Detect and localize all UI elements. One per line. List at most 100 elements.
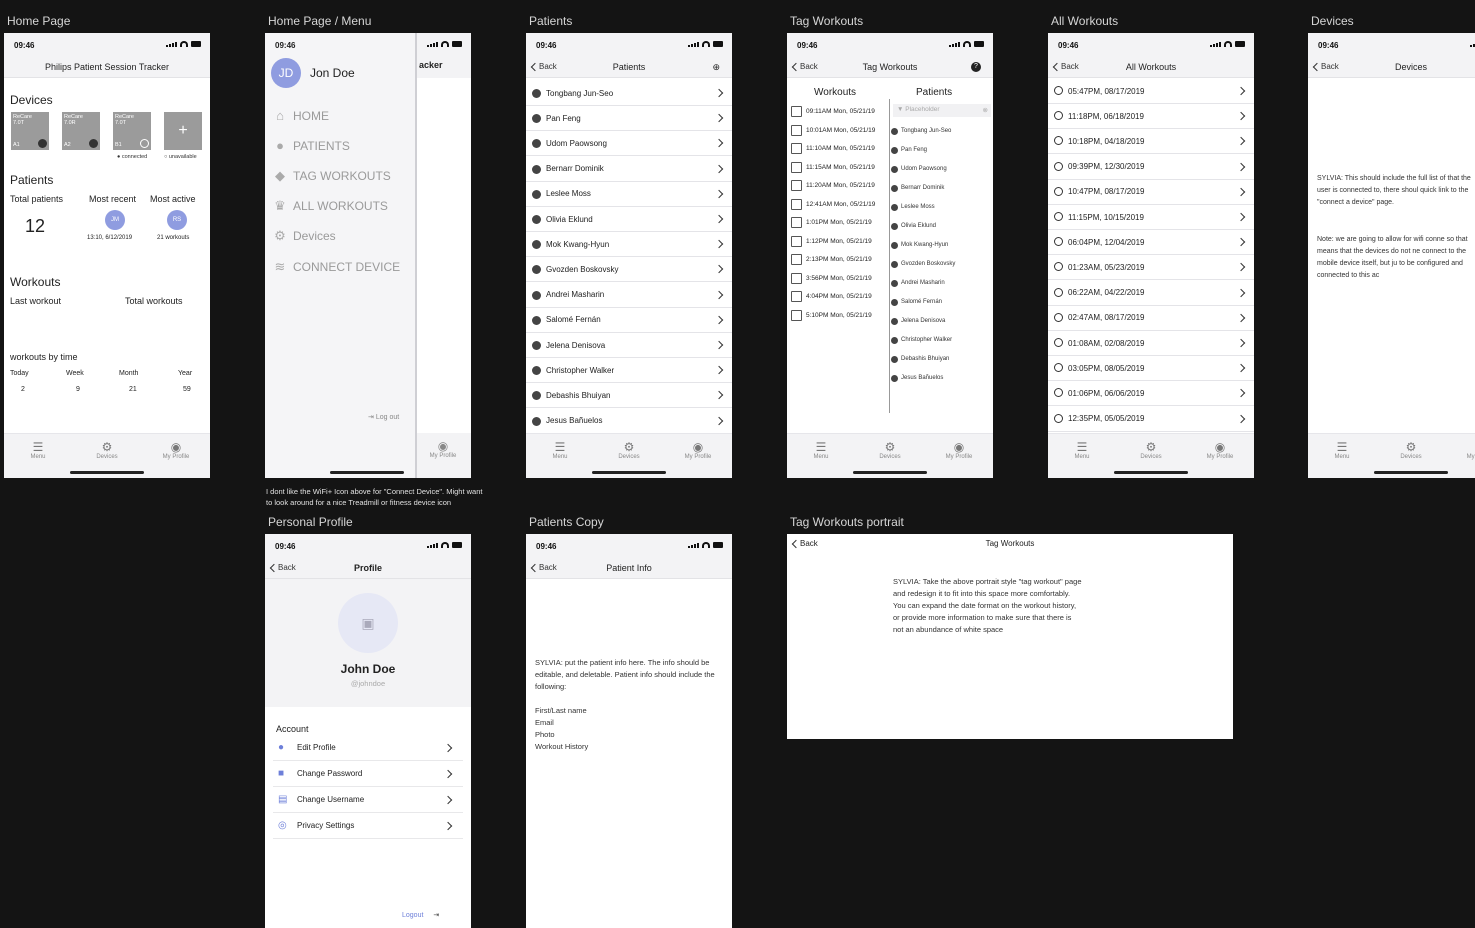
workout-checkbox[interactable] bbox=[791, 143, 802, 154]
workout-row[interactable]: 10:18PM, 04/18/2019 bbox=[1048, 129, 1254, 155]
patient-row[interactable]: Debashis Bhuiyan bbox=[526, 383, 732, 409]
patient-row[interactable]: Olivia Eklund bbox=[526, 207, 732, 232]
tag-patient-item[interactable]: Jelena Denisova bbox=[891, 318, 945, 325]
back-button[interactable]: Back bbox=[530, 62, 557, 71]
menu-item-all-workouts[interactable]: ♛ ALL WORKOUTS bbox=[273, 198, 388, 214]
privacy-settings-row[interactable]: ◎ Privacy Settings bbox=[273, 813, 463, 839]
back-button[interactable]: Back bbox=[1052, 62, 1079, 71]
patient-row[interactable]: Bernarr Dominik bbox=[526, 157, 732, 182]
help-icon[interactable]: ? bbox=[971, 62, 981, 72]
workout-check-row[interactable]: 4:04PM Mon, 05/21/19 bbox=[791, 291, 872, 302]
tab-devices[interactable]: ⚙ Devices bbox=[860, 440, 920, 460]
workout-row[interactable]: 10:47PM, 08/17/2019 bbox=[1048, 180, 1254, 205]
workout-checkbox[interactable] bbox=[791, 235, 802, 247]
menu-item-home[interactable]: ⌂ HOME bbox=[273, 108, 329, 123]
workout-check-row[interactable]: 12:41AM Mon, 05/21/19 bbox=[791, 198, 875, 210]
tab-menu[interactable]: ☰ Menu bbox=[1312, 440, 1372, 460]
device-tile-3[interactable]: ReCare 7.0T B1 bbox=[113, 112, 151, 150]
logout-button[interactable]: Logout ⇥ bbox=[402, 911, 439, 919]
menu-item-connect-device[interactable]: ≋ CONNECT DEVICE bbox=[273, 259, 401, 275]
workout-checkbox[interactable] bbox=[791, 198, 802, 210]
tab-devices[interactable]: ⚙ Devices bbox=[599, 440, 659, 460]
tab-my-profile[interactable]: ◉My Profile bbox=[668, 440, 728, 460]
workout-check-row[interactable]: 1:01PM Mon, 05/21/19 bbox=[791, 217, 872, 228]
change-password-row[interactable]: ■ Change Password bbox=[273, 761, 463, 787]
tag-patient-item[interactable]: Christopher Walker bbox=[891, 337, 952, 344]
workout-check-row[interactable]: 1:12PM Mon, 05/21/19 bbox=[791, 235, 872, 247]
workout-check-row[interactable]: 10:01AM Mon, 05/21/19 bbox=[791, 124, 875, 136]
tag-patient-item[interactable]: Mok Kwang-Hyun bbox=[891, 242, 948, 249]
patient-row[interactable]: Mok Kwang-Hyun bbox=[526, 232, 732, 258]
menu-item-patients[interactable]: ● PATIENTS bbox=[273, 138, 350, 153]
workout-row[interactable]: 01:23AM, 05/23/2019 bbox=[1048, 255, 1254, 281]
tag-patient-item[interactable]: Olivia Eklund bbox=[891, 223, 936, 230]
workout-checkbox[interactable] bbox=[791, 309, 802, 321]
back-button[interactable]: Back bbox=[1312, 62, 1339, 71]
workout-row[interactable]: 12:35PM, 05/05/2019 bbox=[1048, 407, 1254, 432]
tab-devices[interactable]: ⚙ Devices bbox=[77, 440, 137, 460]
tag-patient-item[interactable]: Bernarr Dominik bbox=[891, 185, 944, 192]
workout-row[interactable]: 11:15PM, 10/15/2019 bbox=[1048, 205, 1254, 230]
patient-row[interactable]: Tongbang Jun-Seo bbox=[526, 81, 732, 106]
workout-row[interactable]: 01:06PM, 06/06/2019 bbox=[1048, 381, 1254, 407]
workout-check-row[interactable]: 11:20AM Mon, 05/21/19 bbox=[791, 180, 875, 191]
edit-profile-row[interactable]: ● Edit Profile bbox=[273, 735, 463, 761]
workout-checkbox[interactable] bbox=[791, 180, 802, 191]
tag-patient-item[interactable]: Jesus Bañuelos bbox=[891, 375, 943, 382]
workout-row[interactable]: 09:39PM, 12/30/2019 bbox=[1048, 155, 1254, 180]
patient-row[interactable]: Andrei Masharin bbox=[526, 283, 732, 308]
tab-menu[interactable]: ☰ Menu bbox=[791, 440, 851, 460]
tab-devices[interactable]: ⚙ Devices bbox=[1381, 440, 1441, 460]
tab-menu[interactable]: ☰ Menu bbox=[8, 440, 68, 460]
tab-my-profile[interactable]: ◉My Profile bbox=[929, 440, 989, 460]
workout-check-row[interactable]: 11:10AM Mon, 05/21/19 bbox=[791, 143, 875, 154]
back-button[interactable]: Back bbox=[791, 62, 818, 71]
workout-check-row[interactable]: 2:13PM Mon, 05/21/19 bbox=[791, 254, 872, 265]
tab-my-profile[interactable]: ◉My Profile bbox=[1450, 440, 1475, 460]
workout-checkbox[interactable] bbox=[791, 272, 802, 284]
patient-row[interactable]: Pan Feng bbox=[526, 106, 732, 132]
workout-checkbox[interactable] bbox=[791, 254, 802, 265]
workout-check-row[interactable]: 09:11AM Mon, 05/21/19 bbox=[791, 106, 875, 117]
patient-filter-input[interactable]: ▼ Placeholder ⊗ bbox=[893, 104, 991, 117]
workout-check-row[interactable]: 11:15AM Mon, 05/21/19 bbox=[791, 161, 875, 173]
workout-checkbox[interactable] bbox=[791, 217, 802, 228]
add-user-icon[interactable]: ⊕ bbox=[712, 62, 720, 73]
tag-patient-item[interactable]: Debashis Bhuiyan bbox=[891, 356, 949, 363]
workout-row[interactable]: 05:47PM, 08/17/2019 bbox=[1048, 79, 1254, 104]
tab-my-profile[interactable]: ◉My Profile bbox=[1190, 440, 1250, 460]
user-avatar[interactable]: JD bbox=[271, 58, 301, 88]
workout-checkbox[interactable] bbox=[791, 291, 802, 302]
workout-checkbox[interactable] bbox=[791, 124, 802, 136]
workout-row[interactable]: 01:08AM, 02/08/2019 bbox=[1048, 331, 1254, 356]
tab-menu[interactable]: ☰ Menu bbox=[530, 440, 590, 460]
tag-patient-item[interactable]: Andrei Masharin bbox=[891, 280, 945, 287]
patient-row[interactable]: Christopher Walker bbox=[526, 358, 732, 384]
change-username-row[interactable]: ▤ Change Username bbox=[273, 787, 463, 813]
tag-patient-item[interactable]: Udom Paowsong bbox=[891, 166, 947, 173]
workout-checkbox[interactable] bbox=[791, 106, 802, 117]
recent-patient-avatar[interactable]: JM bbox=[105, 210, 125, 230]
workout-row[interactable]: 06:04PM, 12/04/2019 bbox=[1048, 230, 1254, 256]
tab-menu[interactable]: ☰ Menu bbox=[1052, 440, 1112, 460]
tag-patient-item[interactable]: Tongbang Jun-Seo bbox=[891, 128, 951, 135]
tab-my-profile[interactable]: ◉My Profile bbox=[146, 440, 206, 460]
back-button[interactable]: Back bbox=[269, 563, 296, 572]
workout-check-row[interactable]: 3:56PM Mon, 05/21/19 bbox=[791, 272, 872, 284]
patient-row[interactable]: Gvozden Boskovsky bbox=[526, 257, 732, 283]
clear-icon[interactable]: ⊗ bbox=[983, 106, 988, 114]
workout-check-row[interactable]: 5:10PM Mon, 05/21/19 bbox=[791, 309, 872, 321]
patient-row[interactable]: Salomé Fernán bbox=[526, 308, 732, 333]
tab-devices[interactable]: ⚙ Devices bbox=[1121, 440, 1181, 460]
workout-row[interactable]: 02:47AM, 08/17/2019 bbox=[1048, 306, 1254, 331]
patient-row[interactable]: Jesus Bañuelos bbox=[526, 409, 732, 434]
tag-patient-item[interactable]: Leslee Moss bbox=[891, 204, 935, 211]
back-button[interactable]: Back bbox=[530, 563, 557, 572]
patient-row[interactable]: Udom Paowsong bbox=[526, 131, 732, 157]
workout-row[interactable]: 06:22AM, 04/22/2019 bbox=[1048, 281, 1254, 306]
patient-row[interactable]: Leslee Moss bbox=[526, 182, 732, 207]
menu-item-devices[interactable]: ⚙ Devices bbox=[273, 228, 336, 244]
tag-patient-item[interactable]: Salomé Fernán bbox=[891, 299, 942, 306]
logout-link[interactable]: ⇥ Log out bbox=[368, 413, 399, 421]
device-tile-1[interactable]: ReCare 7.0T A1 bbox=[11, 112, 49, 150]
